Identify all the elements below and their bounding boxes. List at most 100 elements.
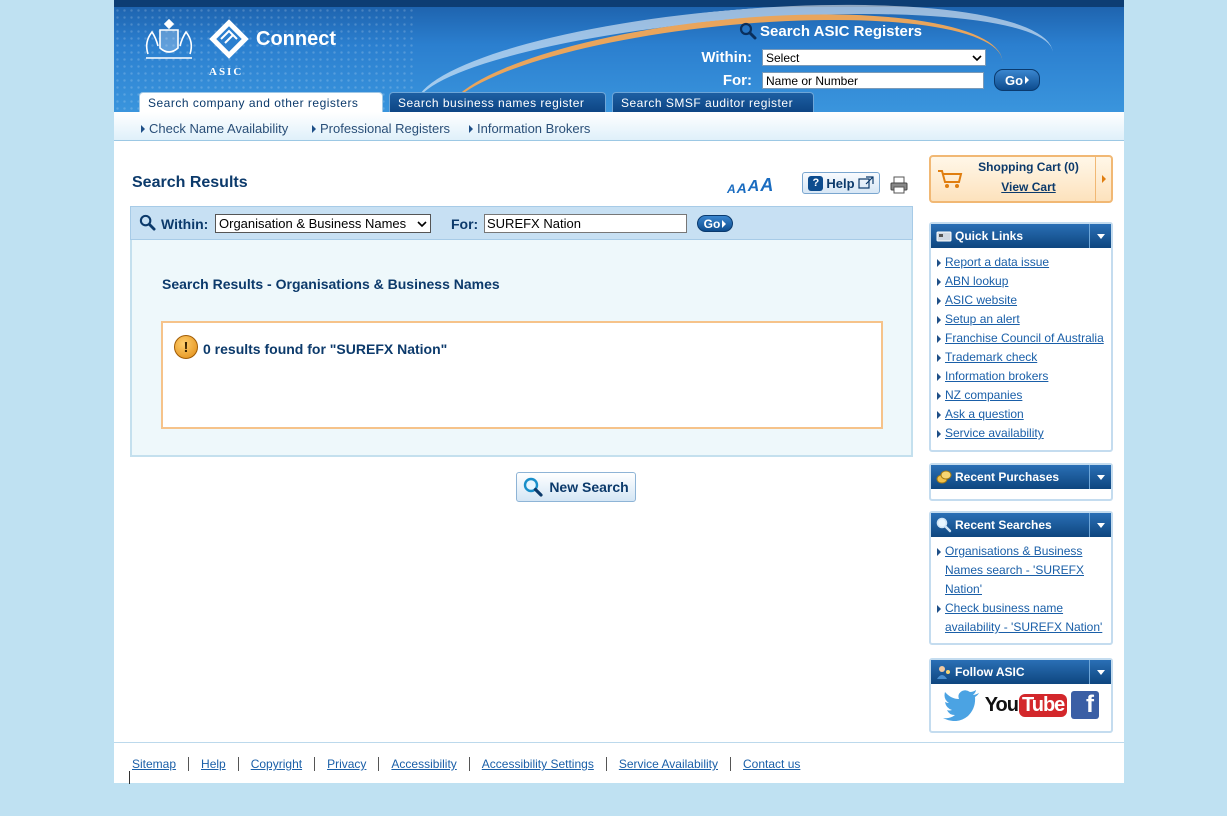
within-select[interactable]: Organisation & Business Names [215,214,431,233]
new-search-label: New Search [549,479,629,495]
facebook-icon[interactable]: f [1071,691,1099,719]
subnav-information-brokers[interactable]: Information Brokers [469,121,590,136]
recent-search-item[interactable]: Organisations & Business Names search - … [937,542,1107,599]
tab-search-smsf-auditor[interactable]: Search SMSF auditor register [612,92,814,112]
header-search-title-text: Search ASIC Registers [760,22,923,40]
footer-link[interactable]: Help [188,757,238,771]
recent-search-item[interactable]: Check business name availability - 'SURE… [937,599,1107,637]
quick-link-item[interactable]: Setup an alert [937,310,1107,329]
header-search-input[interactable] [762,72,984,89]
view-cart-link[interactable]: View Cart [931,180,1081,194]
quick-link-link[interactable]: Franchise Council of Australia [945,329,1104,348]
footer-link[interactable]: Accessibility [378,757,468,771]
quick-link-item[interactable]: Franchise Council of Australia [937,329,1107,348]
arrow-right-icon [937,548,941,556]
footer-link[interactable]: Contact us [730,757,812,771]
footer-link[interactable]: Privacy [314,757,378,771]
quick-link-item[interactable]: Information brokers [937,367,1107,386]
header-within-select[interactable]: Select [762,49,986,66]
quick-link-link[interactable]: Information brokers [945,367,1048,386]
arrow-right-icon [937,411,941,419]
arrow-right-icon [1025,76,1030,84]
font-size-medium-icon[interactable]: A [737,180,747,196]
youtube-tube: Tube [1019,693,1068,717]
recent-search-link[interactable]: Check business name availability - 'SURE… [945,599,1107,637]
subnav-professional-registers-label: Professional Registers [320,121,451,136]
tab-search-business-names[interactable]: Search business names register [389,92,606,112]
recent-search-link[interactable]: Organisations & Business Names search - … [945,542,1107,599]
quick-link-link[interactable]: Trademark check [945,348,1037,367]
footer-links: Sitemap Help Copyright Privacy Accessibility… [132,757,812,771]
quick-link-link[interactable]: Service availability [945,424,1044,443]
footer-link[interactable]: Accessibility Settings [468,757,606,771]
header-within-label: Within: [701,49,752,66]
arrow-right-icon [937,278,941,286]
cart-title: Shopping Cart (0) [978,160,1079,174]
results-message: 0 results found for "SUREFX Nation" [203,341,448,357]
chevron-down-icon [1096,669,1105,675]
header-topbar [114,0,1124,7]
coat-of-arms-icon [145,18,193,59]
footer-link[interactable]: Sitemap [132,757,188,771]
quick-link-item[interactable]: Trademark check [937,348,1107,367]
quick-link-item[interactable]: ASIC website [937,291,1107,310]
quick-links-toggle[interactable] [1089,224,1111,248]
font-size-large-icon[interactable]: A [748,178,760,196]
recent-purchases-header: Recent Purchases [931,465,1111,489]
font-size-small-icon[interactable]: A [727,182,736,196]
chevron-down-icon [1096,233,1105,239]
quick-link-link[interactable]: ASIC website [945,291,1017,310]
search-icon [936,517,952,533]
tab-search-company[interactable]: Search company and other registers [139,92,383,112]
cart-expand-button[interactable] [1095,157,1111,201]
follow-asic-toggle[interactable] [1089,660,1111,684]
twitter-icon[interactable] [943,689,981,721]
print-icon[interactable] [890,176,908,194]
page: ASIC Connect Search ASIC Registers Withi… [114,0,1124,784]
youtube-icon[interactable]: You Tube [985,693,1068,717]
quick-link-item[interactable]: ABN lookup [937,272,1107,291]
go-button[interactable]: Go [697,215,733,232]
coins-icon [936,470,952,484]
quick-link-link[interactable]: Ask a question [945,405,1024,424]
quick-link-link[interactable]: Report a data issue [945,253,1049,272]
footer-link[interactable]: Service Availability [605,757,730,771]
follow-asic-panel: Follow ASIC You Tube f [929,658,1113,733]
asic-wordmark: ASIC [209,66,244,78]
header-within-value: Select [766,50,800,65]
recent-purchases-title: Recent Purchases [955,470,1060,484]
header-go-label: Go [1004,72,1024,88]
subnav-check-name[interactable]: Check Name Availability [141,121,288,136]
shopping-cart: Shopping Cart (0) View Cart [929,155,1113,203]
search-icon [739,22,757,40]
quick-link-item[interactable]: Ask a question [937,405,1107,424]
arrow-right-icon [937,354,941,362]
search-input[interactable] [484,214,687,233]
footer-link[interactable]: Copyright [237,757,314,771]
recent-searches-toggle[interactable] [1089,513,1111,537]
quick-link-item[interactable]: Report a data issue [937,253,1107,272]
help-button[interactable]: ? Help [802,172,880,194]
question-icon: ? [808,175,824,191]
chevron-down-icon [417,220,427,227]
follow-asic-title: Follow ASIC [955,665,1025,679]
quick-link-link[interactable]: Setup an alert [945,310,1020,329]
quick-link-item[interactable]: Service availability [937,424,1107,443]
subnav-professional-registers[interactable]: Professional Registers [312,121,450,136]
font-size-xlarge-icon[interactable]: A [760,175,773,196]
new-search-button[interactable]: New Search [516,472,636,502]
for-label: For: [451,216,479,232]
go-label: Go [703,216,721,231]
within-value: Organisation & Business Names [219,216,407,231]
quick-link-link[interactable]: NZ companies [945,386,1022,405]
links-icon [936,231,952,242]
help-label: Help [826,175,855,191]
arrow-right-icon [937,316,941,324]
recent-purchases-toggle[interactable] [1089,465,1111,489]
subnav-check-name-label: Check Name Availability [149,121,289,136]
quick-link-item[interactable]: NZ companies [937,386,1107,405]
quick-link-link[interactable]: ABN lookup [945,272,1008,291]
font-size-controls: A A A A [727,175,773,196]
people-icon [937,666,950,679]
header-go-button[interactable]: Go [994,69,1040,91]
